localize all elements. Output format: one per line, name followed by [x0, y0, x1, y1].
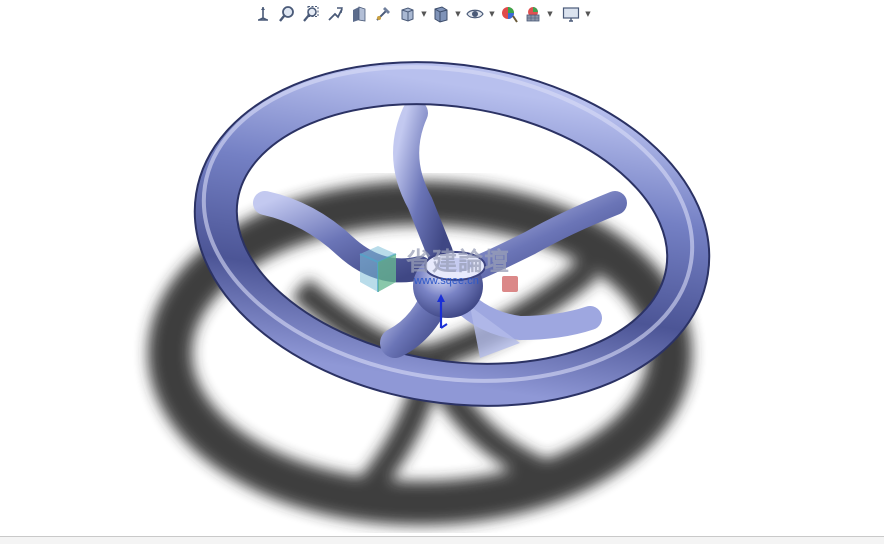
apply-scene-icon[interactable] — [522, 3, 544, 25]
watermark-seal-icon — [502, 276, 518, 292]
chevron-down-icon[interactable]: ▼ — [454, 3, 462, 25]
watermark-url: www.sqee.cn — [414, 275, 479, 287]
view-settings-icon[interactable] — [560, 3, 582, 25]
section-view-icon[interactable] — [348, 3, 370, 25]
watermark-title: 省建論壇 — [406, 247, 511, 276]
display-style-icon[interactable] — [430, 3, 452, 25]
view-orientation-icon[interactable] — [252, 3, 274, 25]
chevron-down-icon[interactable]: ▼ — [546, 3, 554, 25]
previous-view-icon[interactable] — [324, 3, 346, 25]
watermark-logo-icon — [359, 246, 397, 292]
chevron-down-icon[interactable]: ▼ — [584, 3, 592, 25]
forum-watermark: 省建論壇 www.sqee.cn — [356, 240, 526, 300]
heads-up-view-toolbar: ▼ ▼ ▼ ▼ ▼ — [252, 2, 592, 26]
view-orientation-cube-icon[interactable] — [396, 3, 418, 25]
chevron-down-icon[interactable]: ▼ — [488, 3, 496, 25]
zoom-to-area-icon[interactable] — [300, 3, 322, 25]
dynamic-annotation-icon[interactable] — [372, 3, 394, 25]
graphics-area[interactable]: 省建論壇 www.sqee.cn — [0, 28, 884, 536]
zoom-to-fit-icon[interactable] — [276, 3, 298, 25]
chevron-down-icon[interactable]: ▼ — [420, 3, 428, 25]
edit-appearance-icon[interactable] — [498, 3, 520, 25]
hide-show-items-icon[interactable] — [464, 3, 486, 25]
